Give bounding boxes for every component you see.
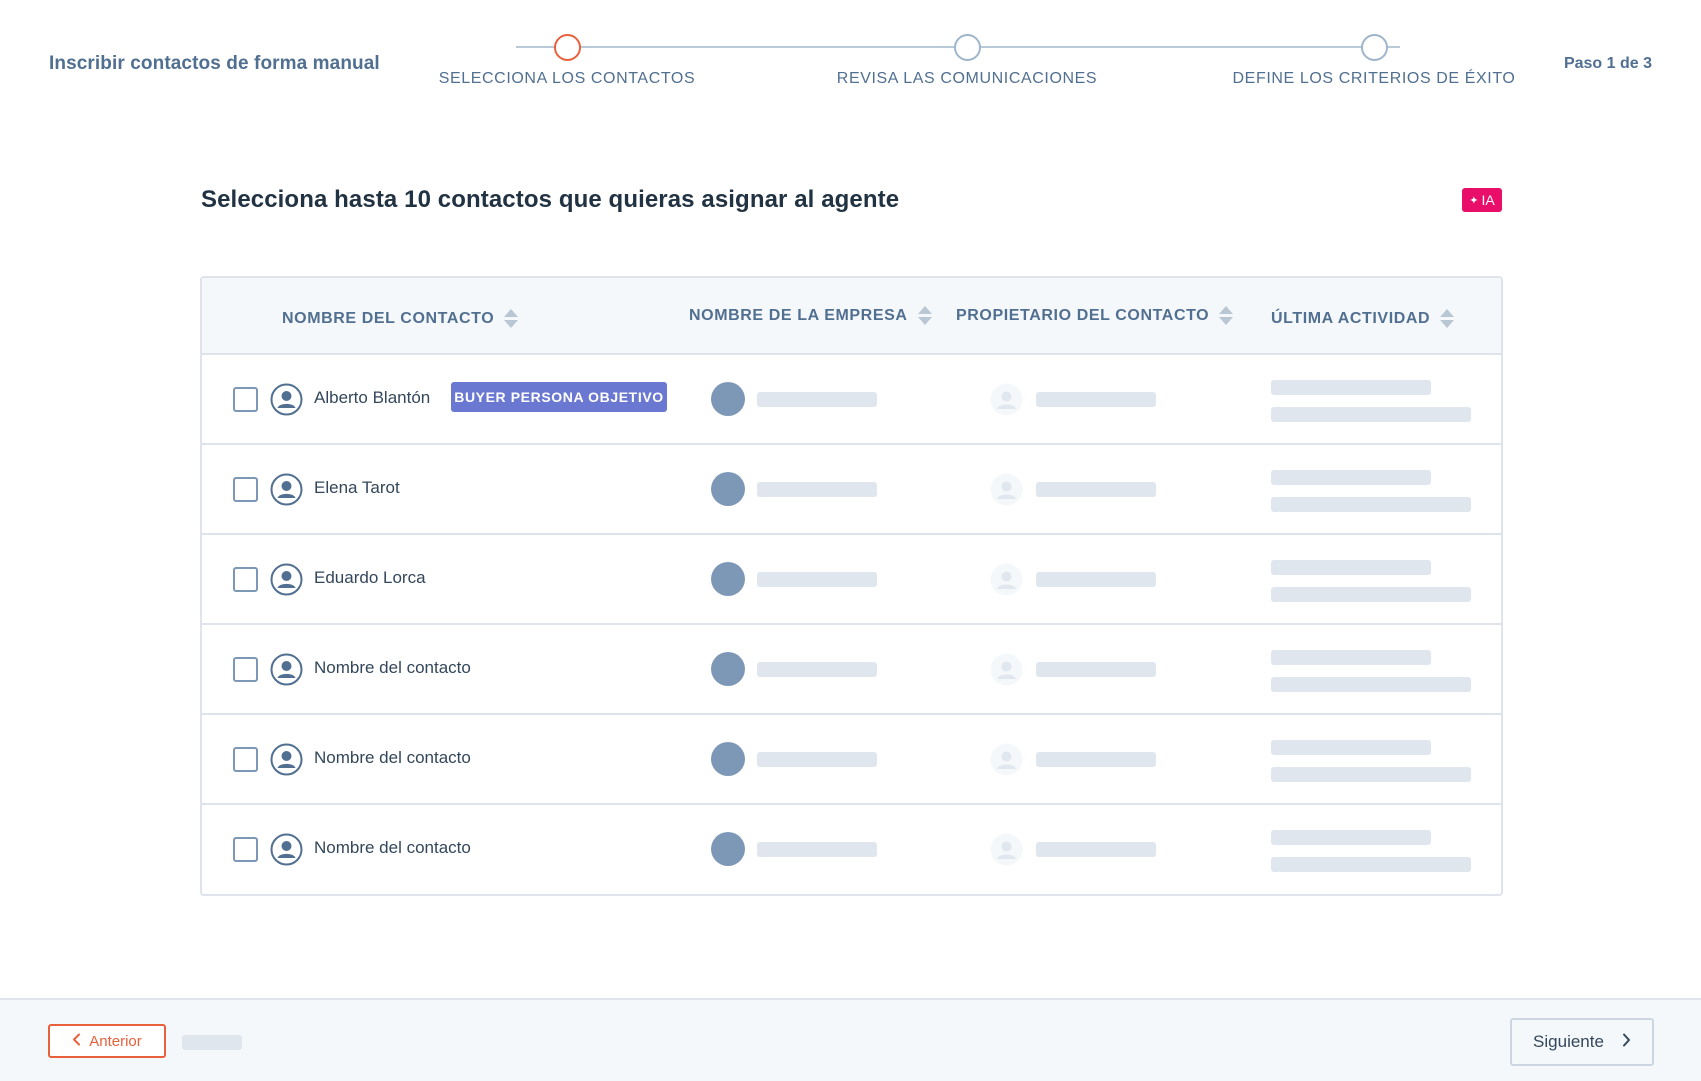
table-row[interactable]: Nombre del contacto: [202, 805, 1501, 894]
activity-skeleton-line: [1271, 497, 1471, 512]
company-name-skeleton: [757, 662, 877, 677]
company-logo-placeholder: [711, 382, 745, 416]
skeleton-placeholder: [182, 1035, 242, 1050]
activity-skeleton-line: [1271, 650, 1431, 665]
activity-skeleton-line: [1271, 587, 1471, 602]
activity-skeleton-line: [1271, 857, 1471, 872]
owner-avatar-icon: [990, 563, 1023, 596]
table-body: Alberto Blantón BUYER PERSONA OBJETIVO Ele…: [202, 355, 1501, 894]
section-heading: Selecciona hasta 10 contactos que quiera…: [201, 186, 900, 213]
owner-name-skeleton: [1036, 572, 1156, 587]
owner-avatar-icon: [990, 473, 1023, 506]
owner-name-skeleton: [1036, 482, 1156, 497]
table-row[interactable]: Nombre del contacto: [202, 715, 1501, 805]
activity-skeleton-line: [1271, 407, 1471, 422]
company-name-skeleton: [757, 842, 877, 857]
next-button-label: Siguiente: [1533, 1032, 1604, 1051]
row-checkbox[interactable]: [233, 837, 258, 862]
sort-icon: [1440, 309, 1455, 328]
contact-avatar-icon: [270, 563, 303, 596]
owner-avatar-icon: [990, 743, 1023, 776]
step-dot: [1360, 34, 1388, 61]
company-name-skeleton: [757, 482, 877, 497]
contact-name[interactable]: Elena Tarot: [314, 478, 400, 498]
company-logo-placeholder: [711, 472, 745, 506]
sort-icon: [1219, 306, 1234, 325]
company-logo-placeholder: [711, 562, 745, 596]
company-name-skeleton: [757, 752, 877, 767]
contact-avatar-icon: [270, 473, 303, 506]
chevron-left-icon: [72, 1033, 81, 1050]
table-row[interactable]: Eduardo Lorca: [202, 535, 1501, 625]
owner-name-skeleton: [1036, 752, 1156, 767]
buyer-persona-tag: BUYER PERSONA OBJETIVO: [451, 382, 667, 412]
owner-name-skeleton: [1036, 842, 1156, 857]
step-select-contacts[interactable]: SELECCIONA LOS CONTACTOS: [407, 34, 727, 88]
page-title: Inscribir contactos de forma manual: [49, 53, 380, 74]
owner-avatar-icon: [990, 833, 1023, 866]
company-name-skeleton: [757, 392, 877, 407]
activity-skeleton-line: [1271, 380, 1431, 395]
activity-skeleton-line: [1271, 830, 1431, 845]
table-header: NOMBRE DEL CONTACTO NOMBRE DE LA EMPRESA…: [202, 278, 1501, 355]
contact-avatar-icon: [270, 383, 303, 416]
company-logo-placeholder: [711, 742, 745, 776]
row-checkbox[interactable]: [233, 657, 258, 682]
step-dot: [953, 34, 981, 61]
contact-name[interactable]: Eduardo Lorca: [314, 568, 426, 588]
step-review-communications[interactable]: REVISA LAS COMUNICACIONES: [807, 34, 1127, 88]
step-label: SELECCIONA LOS CONTACTOS: [438, 70, 696, 87]
ai-badge-label: IA: [1481, 192, 1495, 208]
activity-skeleton-line: [1271, 677, 1471, 692]
company-name-skeleton: [757, 572, 877, 587]
column-header-last-activity[interactable]: ÚLTIMA ACTIVIDAD: [1271, 281, 1455, 356]
enroll-contacts-page: Inscribir contactos de forma manual Paso…: [0, 0, 1701, 1081]
table-row[interactable]: Elena Tarot: [202, 445, 1501, 535]
owner-avatar-icon: [990, 653, 1023, 686]
contact-avatar-icon: [270, 833, 303, 866]
table-row[interactable]: Nombre del contacto: [202, 625, 1501, 715]
row-checkbox[interactable]: [233, 747, 258, 772]
column-header-contact-owner[interactable]: PROPIETARIO DEL CONTACTO: [956, 278, 1234, 353]
previous-button[interactable]: Anterior: [48, 1024, 166, 1058]
contact-avatar-icon: [270, 743, 303, 776]
wizard-footer: Anterior Siguiente: [0, 998, 1701, 1081]
owner-name-skeleton: [1036, 662, 1156, 677]
sort-icon: [917, 306, 932, 325]
sort-icon: [504, 309, 519, 328]
row-checkbox[interactable]: [233, 567, 258, 592]
row-checkbox[interactable]: [233, 477, 258, 502]
contact-name[interactable]: Nombre del contacto: [314, 748, 471, 768]
step-label: DEFINE LOS CRITERIOS DE ÉXITO: [1232, 70, 1516, 87]
activity-skeleton-line: [1271, 560, 1431, 575]
chevron-right-icon: [1622, 1032, 1631, 1052]
activity-skeleton-line: [1271, 740, 1431, 755]
previous-button-label: Anterior: [89, 1032, 142, 1050]
activity-skeleton-line: [1271, 470, 1431, 485]
sparkle-icon: ✦: [1469, 194, 1479, 207]
step-counter: Paso 1 de 3: [1563, 55, 1652, 72]
company-logo-placeholder: [711, 832, 745, 866]
step-dot-active: [553, 34, 581, 61]
contact-name[interactable]: Nombre del contacto: [314, 658, 471, 678]
next-button[interactable]: Siguiente: [1510, 1018, 1654, 1066]
contact-avatar-icon: [270, 653, 303, 686]
contacts-table: NOMBRE DEL CONTACTO NOMBRE DE LA EMPRESA…: [200, 276, 1503, 896]
table-row[interactable]: Alberto Blantón BUYER PERSONA OBJETIVO: [202, 355, 1501, 445]
contact-name[interactable]: Alberto Blantón: [314, 388, 430, 408]
step-define-success-criteria[interactable]: DEFINE LOS CRITERIOS DE ÉXITO: [1214, 34, 1534, 88]
row-checkbox[interactable]: [233, 387, 258, 412]
company-logo-placeholder: [711, 652, 745, 686]
column-header-contact-name[interactable]: NOMBRE DEL CONTACTO: [282, 281, 519, 356]
activity-skeleton-line: [1271, 767, 1471, 782]
owner-name-skeleton: [1036, 392, 1156, 407]
step-label: REVISA LAS COMUNICACIONES: [836, 70, 1098, 87]
ai-badge: ✦ IA: [1462, 188, 1502, 212]
column-header-company-name[interactable]: NOMBRE DE LA EMPRESA: [689, 278, 932, 353]
contact-name[interactable]: Nombre del contacto: [314, 838, 471, 858]
owner-avatar-icon: [990, 383, 1023, 416]
